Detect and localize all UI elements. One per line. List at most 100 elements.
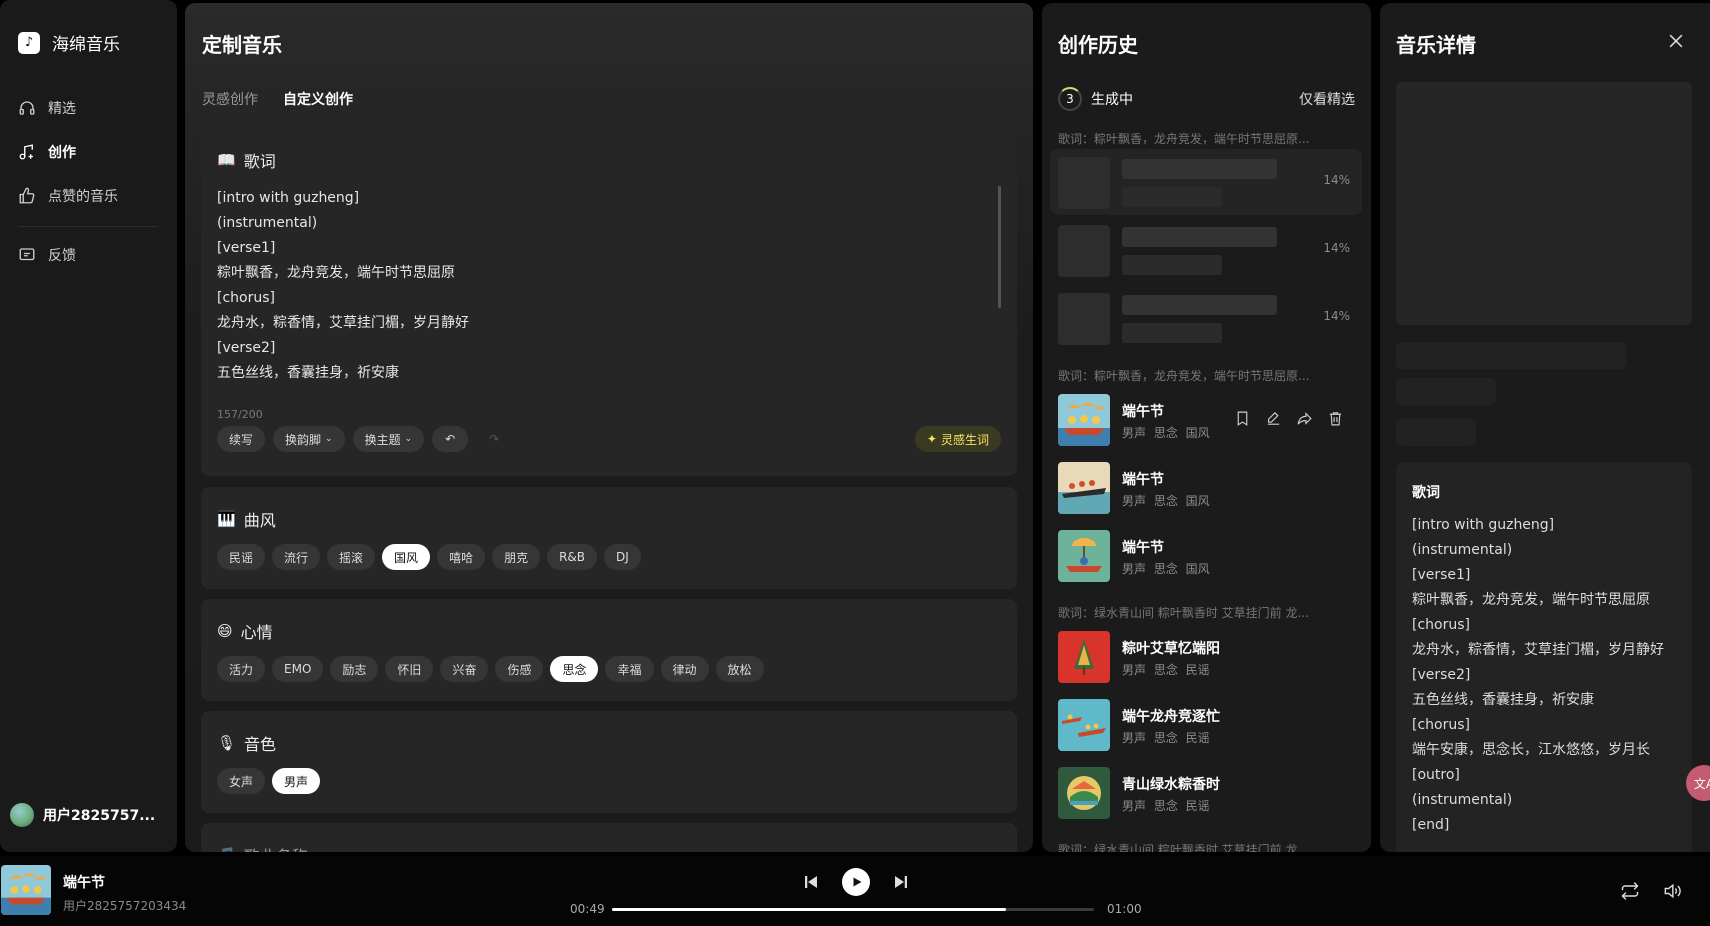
history-song-item[interactable]: 青山绿水粽香时 男声 思念 民谣 <box>1058 767 1358 819</box>
trash-icon[interactable] <box>1327 410 1344 427</box>
brand[interactable]: ♪ 海绵音乐 <box>18 30 120 55</box>
page-title: 定制音乐 <box>202 33 282 57</box>
sidebar-item-featured[interactable]: 精选 <box>18 86 158 130</box>
edit-icon[interactable] <box>1265 410 1282 427</box>
voice-chip-male[interactable]: 男声 <box>272 768 321 794</box>
previous-button[interactable] <box>802 873 820 891</box>
generating-status: 3 生成中 <box>1058 87 1133 111</box>
skeleton-line <box>1122 295 1277 315</box>
song-title: 端午节 <box>1122 540 1164 556</box>
pending-item: 14% <box>1050 149 1362 215</box>
sidebar-item-feedback[interactable]: 反馈 <box>18 233 158 277</box>
style-chip[interactable]: 嘻哈 <box>437 544 486 570</box>
progress-percent: 14% <box>1323 241 1350 255</box>
undo-icon: ↶ <box>445 432 456 446</box>
inspire-lyrics-button[interactable]: ✦ 灵感生词 <box>914 426 1001 452</box>
history-song-item[interactable]: 端午节 男声 思念 国风 <box>1058 530 1358 582</box>
song-name-heading-label: 歌曲名称 <box>244 843 308 852</box>
style-chip-selected[interactable]: 国风 <box>382 544 431 570</box>
mood-chip[interactable]: 励志 <box>330 656 379 682</box>
now-playing-cover[interactable] <box>1 865 51 915</box>
microphone-icon: 🎙 <box>217 734 237 752</box>
style-chip[interactable]: 民谣 <box>217 544 266 570</box>
mood-heading-label: 心情 <box>240 623 273 642</box>
cover-image <box>1058 394 1110 446</box>
redo-button[interactable]: ↷ <box>476 426 512 452</box>
close-icon <box>1669 34 1683 48</box>
play-button[interactable] <box>842 868 870 896</box>
generating-label: 生成中 <box>1091 92 1133 108</box>
history-song-item[interactable]: 端午节 男声 思念 国风 <box>1058 462 1358 514</box>
progress-bar[interactable] <box>612 908 1094 911</box>
style-chip[interactable]: R&B <box>547 544 598 570</box>
cover-image <box>1058 767 1110 819</box>
style-chip[interactable]: DJ <box>604 544 641 570</box>
mood-chip[interactable]: 伤感 <box>495 656 544 682</box>
undo-button[interactable]: ↶ <box>432 426 469 452</box>
prompt-group-label: 歌词：绿水青山间 粽叶飘香时 艾草挂门前 龙... <box>1058 843 1309 852</box>
mood-chip[interactable]: 兴奋 <box>440 656 489 682</box>
now-playing-title[interactable]: 端午节 <box>63 872 105 892</box>
song-actions <box>1234 410 1344 427</box>
sidebar-item-liked[interactable]: 点赞的音乐 <box>18 174 158 218</box>
voice-heading: 🎙 音色 <box>217 731 276 755</box>
piano-icon: 🎹 <box>217 510 236 528</box>
song-tags: 男声 思念 民谣 <box>1122 799 1210 813</box>
next-button[interactable] <box>892 873 910 891</box>
history-song-item[interactable]: 端午龙舟竞逐忙 男声 思念 民谣 <box>1058 699 1358 751</box>
cover-skeleton <box>1396 82 1692 325</box>
sidebar-item-label: 点赞的音乐 <box>48 189 118 205</box>
style-chip[interactable]: 流行 <box>272 544 321 570</box>
pending-item: 14% <box>1050 285 1362 351</box>
sidebar: ♪ 海绵音乐 精选 创作 点赞的音乐 反馈 用户2825757... <box>0 0 177 852</box>
history-song-item[interactable]: 粽叶艾草忆端阳 男声 思念 民谣 <box>1058 631 1358 683</box>
voice-chip-female[interactable]: 女声 <box>217 768 266 794</box>
mood-chip-selected[interactable]: 思念 <box>550 656 599 682</box>
repeat-icon[interactable] <box>1620 881 1640 901</box>
continue-button[interactable]: 续写 <box>217 426 266 452</box>
tab-inspiration[interactable]: 灵感创作 <box>202 89 258 109</box>
close-button[interactable] <box>1666 31 1686 51</box>
bookmark-icon[interactable] <box>1234 410 1251 427</box>
mood-chip[interactable]: 律动 <box>660 656 709 682</box>
custom-music-panel: 定制音乐 灵感创作 自定义创作 📖 歌词 [intro with guzheng… <box>185 3 1033 852</box>
user-name: 用户2825757... <box>43 808 156 824</box>
detail-lyrics-text: [intro with guzheng] (instrumental) [ver… <box>1412 517 1664 833</box>
tab-custom[interactable]: 自定义创作 <box>283 89 353 109</box>
user-profile[interactable]: 用户2825757... <box>10 803 155 827</box>
style-chip[interactable]: 摇滚 <box>327 544 376 570</box>
inspire-label: 灵感生词 <box>940 432 989 447</box>
book-icon: 📖 <box>217 151 236 169</box>
mood-chip[interactable]: EMO <box>272 656 324 682</box>
mood-heading: 😄 心情 <box>217 619 273 643</box>
mood-chip[interactable]: 活力 <box>217 656 266 682</box>
share-icon[interactable] <box>1296 410 1313 427</box>
song-tags: 男声 思念 国风 <box>1122 494 1210 508</box>
theme-dropdown[interactable]: 换主题 ⌄ <box>352 426 425 452</box>
progress-percent: 14% <box>1323 173 1350 187</box>
style-heading: 🎹 曲风 <box>217 507 276 531</box>
app-logo-icon: ♪ <box>18 31 40 54</box>
sidebar-divider <box>18 226 158 227</box>
skeleton-line <box>1122 159 1277 179</box>
prompt-group-label: 歌词：粽叶飘香，龙舟竞发，端午时节思屈原... <box>1058 369 1310 383</box>
mood-chip[interactable]: 幸福 <box>605 656 654 682</box>
style-chip[interactable]: 朋克 <box>492 544 541 570</box>
scrollbar[interactable] <box>998 186 1001 308</box>
history-song-item[interactable]: 端午节 男声 思念 国风 <box>1058 394 1358 446</box>
redo-icon: ↷ <box>489 432 500 446</box>
mood-chip[interactable]: 怀旧 <box>385 656 434 682</box>
volume-icon[interactable] <box>1662 881 1682 901</box>
sidebar-item-label: 反馈 <box>48 248 76 264</box>
player-bar: 端午节 用户2825757203434 00:49 01:00 <box>0 856 1710 926</box>
detail-lyrics-heading: 歌词 <box>1412 485 1440 501</box>
sidebar-item-create[interactable]: 创作 <box>18 130 158 174</box>
song-title: 粽叶艾草忆端阳 <box>1122 641 1220 657</box>
mood-chip[interactable]: 放松 <box>715 656 764 682</box>
rhyme-dropdown[interactable]: 换韵脚 ⌄ <box>273 426 345 452</box>
only-best-toggle[interactable]: 仅看精选 <box>1299 89 1355 109</box>
theme-label: 换主题 <box>364 432 401 447</box>
lyrics-editor[interactable]: [intro with guzheng] (instrumental) [ver… <box>217 186 469 386</box>
app-name: 海绵音乐 <box>52 35 120 55</box>
skip-back-icon <box>805 876 817 888</box>
